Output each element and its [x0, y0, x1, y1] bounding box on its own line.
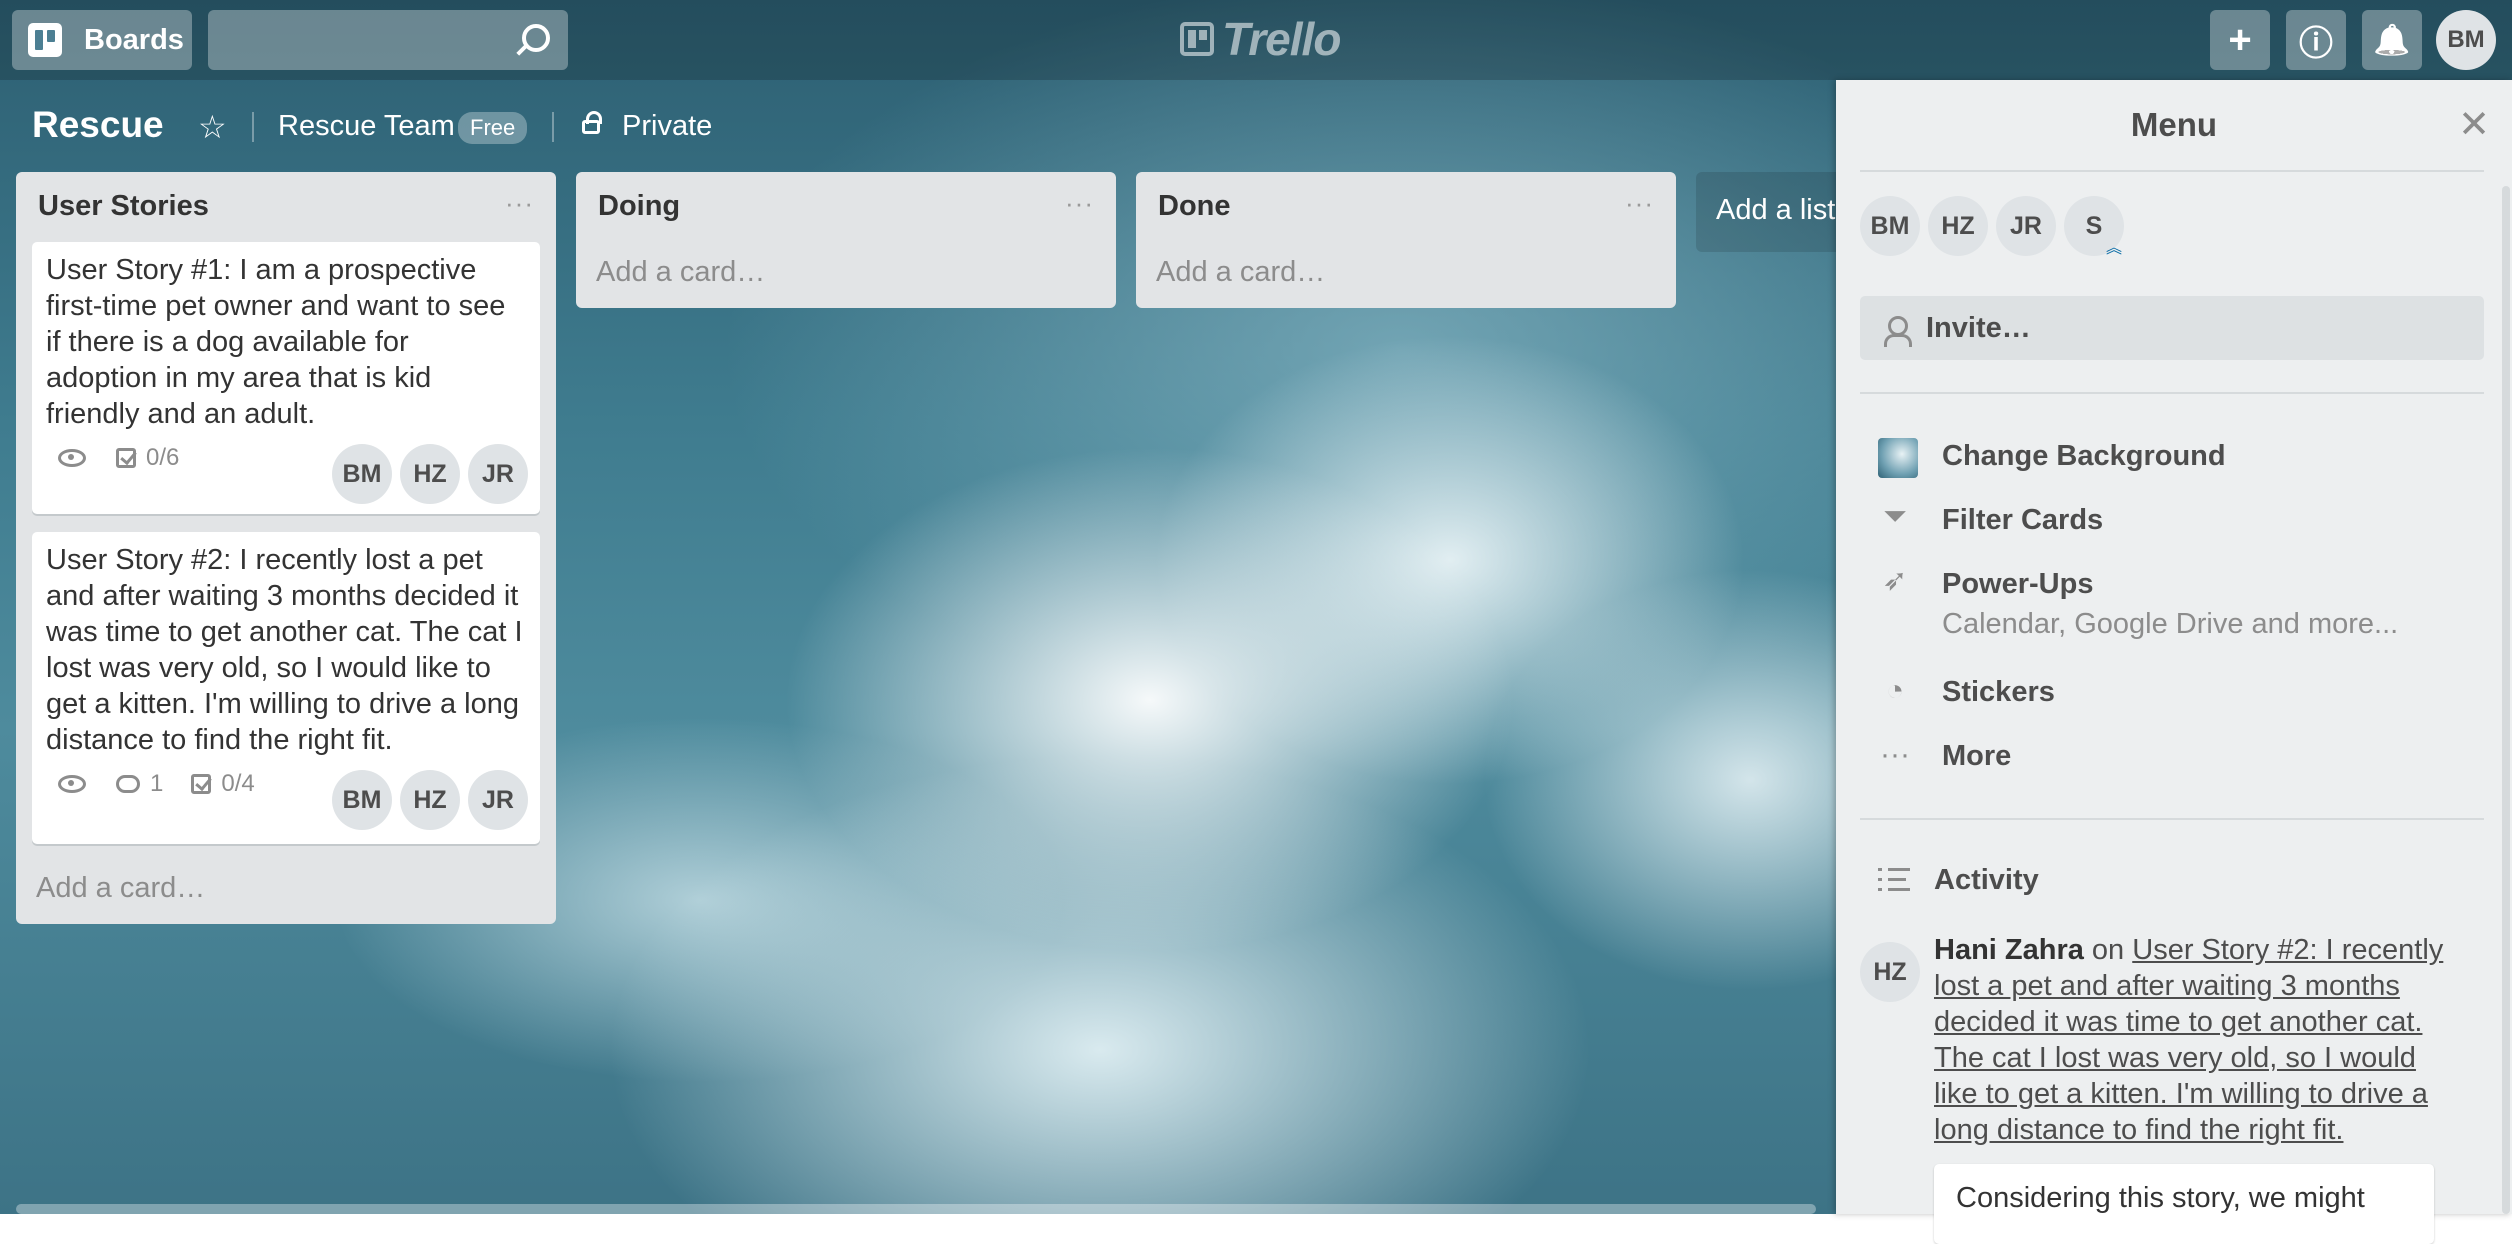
- divider: [1860, 818, 2484, 820]
- list-title[interactable]: Doing: [598, 190, 680, 223]
- card-member-avatar[interactable]: HZ: [400, 444, 460, 504]
- card-member-avatar[interactable]: BM: [332, 444, 392, 504]
- checklist-icon: [116, 448, 136, 468]
- menu-item-change-background[interactable]: Change Background: [1942, 440, 2226, 473]
- add-card-button[interactable]: Add a card…: [1156, 256, 1325, 289]
- admin-chevron-icon: ︽: [2106, 240, 2123, 257]
- activity-comment: Considering this story, we might: [1934, 1164, 2434, 1244]
- vertical-scrollbar[interactable]: [2502, 186, 2510, 1214]
- list-menu-icon[interactable]: ···: [1625, 188, 1654, 219]
- divider: [252, 112, 254, 142]
- card-member-avatar[interactable]: HZ: [400, 770, 460, 830]
- filter-icon: ⏷: [1883, 500, 1907, 533]
- info-icon: ⓘ: [2299, 24, 2333, 63]
- search-input[interactable]: [208, 10, 568, 70]
- activity-on: on: [2083, 934, 2133, 966]
- list-title[interactable]: User Stories: [38, 190, 209, 223]
- checklist-count: 0/6: [146, 444, 180, 471]
- menu-item-stickers[interactable]: Stickers: [1942, 676, 2055, 709]
- add-card-button[interactable]: Add a card…: [36, 872, 205, 905]
- bell-icon: 🔔: [2373, 23, 2411, 57]
- list-header[interactable]: Doing ···: [576, 172, 1116, 242]
- list-menu-icon[interactable]: ···: [505, 188, 534, 219]
- top-header: Boards Trello + ⓘ 🔔 BM: [0, 0, 2512, 80]
- invite-label: Invite…: [1926, 312, 2031, 344]
- trello-logo[interactable]: Trello: [1180, 13, 1341, 65]
- checklist-count: 0/4: [221, 770, 255, 797]
- divider: [552, 112, 554, 142]
- board-menu-panel: Menu ✕ BM HZ JR S ︽ Invite… Change Backg…: [1836, 80, 2512, 1244]
- card-user-story-1[interactable]: User Story #1: I am a prospective first-…: [32, 242, 540, 514]
- add-card-button[interactable]: Add a card…: [596, 256, 765, 289]
- horizontal-scrollbar[interactable]: [16, 1204, 1816, 1214]
- plus-icon: +: [2228, 17, 2252, 62]
- close-icon[interactable]: ✕: [2458, 102, 2490, 147]
- more-icon: ···: [1880, 738, 1910, 771]
- trello-logo-icon: [1180, 22, 1214, 56]
- menu-item-more[interactable]: More: [1942, 740, 2011, 773]
- comment-icon: [116, 775, 140, 793]
- list-user-stories: User Stories ··· User Story #1: I am a p…: [16, 172, 556, 924]
- rocket-icon: ➶: [1882, 564, 1908, 597]
- search-icon[interactable]: [522, 24, 550, 52]
- list-header[interactable]: User Stories ···: [16, 172, 556, 242]
- member-avatar[interactable]: JR: [1996, 196, 2056, 256]
- trello-logo-text: Trello: [1222, 13, 1341, 65]
- team-name[interactable]: Rescue Team: [278, 110, 455, 143]
- sticker-icon: ◔: [1885, 674, 1905, 707]
- comment-text: Considering this story, we might: [1956, 1182, 2365, 1214]
- power-ups-subtitle: Calendar, Google Drive and more...: [1942, 608, 2399, 640]
- activity-icon: [1878, 866, 1910, 894]
- menu-item-filter-cards[interactable]: Filter Cards: [1942, 504, 2103, 537]
- list-doing: Doing ··· Add a card…: [576, 172, 1116, 308]
- card-text: User Story #2: I recently lost a pet and…: [46, 544, 523, 756]
- comment-count: 1: [150, 770, 164, 797]
- visibility-button[interactable]: Private: [622, 110, 712, 143]
- list-done: Done ··· Add a card…: [1136, 172, 1676, 308]
- card-member-avatar[interactable]: JR: [468, 444, 528, 504]
- create-button[interactable]: +: [2210, 10, 2270, 70]
- member-avatar[interactable]: HZ: [1928, 196, 1988, 256]
- menu-title: Menu: [2130, 106, 2218, 143]
- background-thumbnail-icon: [1878, 438, 1918, 478]
- card-member-avatar[interactable]: JR: [468, 770, 528, 830]
- notifications-button[interactable]: 🔔: [2362, 10, 2422, 70]
- boards-label: Boards: [84, 23, 184, 56]
- activity-title: Activity: [1934, 864, 2039, 896]
- divider: [1860, 392, 2484, 394]
- list-header[interactable]: Done ···: [1136, 172, 1676, 242]
- add-member-icon: [1884, 316, 1912, 347]
- card-member-avatar[interactable]: BM: [332, 770, 392, 830]
- activity-user[interactable]: Hani Zahra: [1934, 934, 2084, 966]
- invite-button[interactable]: Invite…: [1860, 296, 2484, 360]
- activity-avatar[interactable]: HZ: [1860, 942, 1920, 1002]
- activity-entry: Hani Zahra on User Story #2: I recently …: [1934, 932, 2454, 1148]
- star-icon[interactable]: ☆: [198, 108, 227, 146]
- info-button[interactable]: ⓘ: [2286, 10, 2346, 70]
- watch-icon: [58, 775, 86, 793]
- divider: [1860, 170, 2484, 172]
- board-title[interactable]: Rescue: [32, 104, 164, 146]
- lock-icon: [582, 111, 602, 134]
- user-avatar[interactable]: BM: [2436, 10, 2496, 70]
- watch-icon: [58, 449, 86, 467]
- boards-icon: [28, 23, 62, 57]
- list-menu-icon[interactable]: ···: [1065, 188, 1094, 219]
- checklist-icon: [191, 774, 212, 794]
- menu-item-power-ups[interactable]: Power-Ups: [1942, 568, 2093, 601]
- card-badges: 0/6: [58, 444, 179, 472]
- member-avatar[interactable]: BM: [1860, 196, 1920, 256]
- boards-button[interactable]: Boards: [12, 10, 192, 70]
- card-text: User Story #1: I am a prospective first-…: [46, 254, 506, 430]
- team-plan-badge: Free: [458, 112, 528, 144]
- list-title[interactable]: Done: [1158, 190, 1231, 223]
- card-badges: 1 0/4: [58, 770, 255, 798]
